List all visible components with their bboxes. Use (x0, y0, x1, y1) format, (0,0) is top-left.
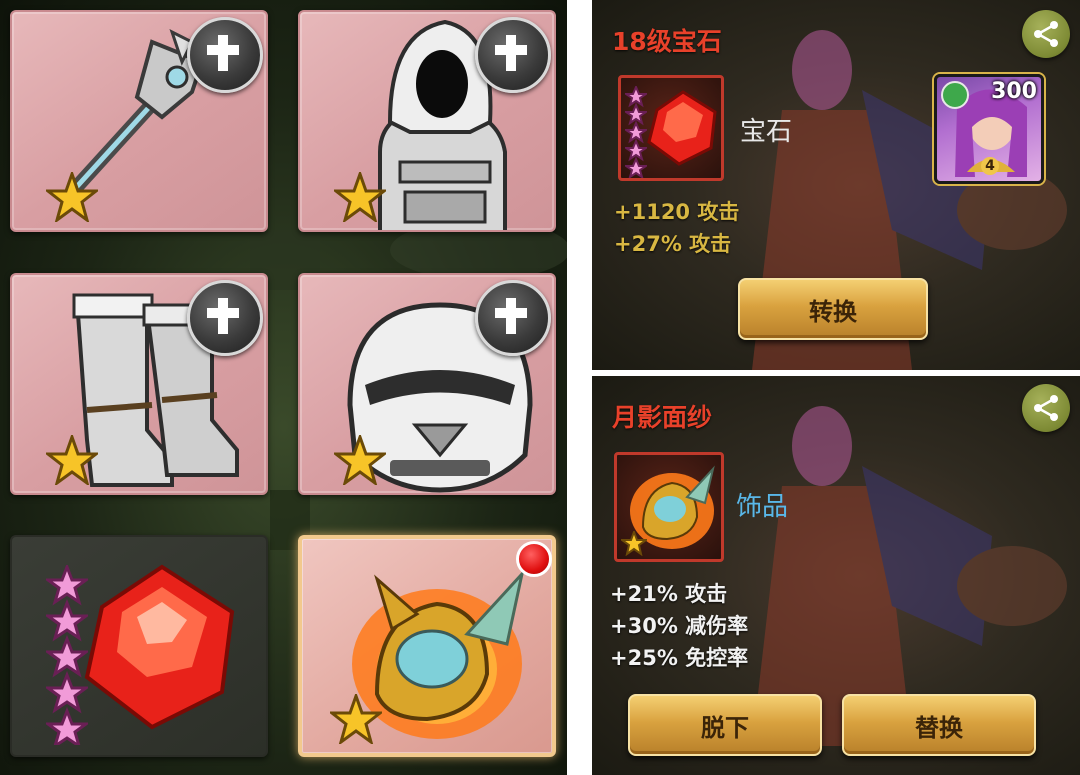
stat-line: +21% 攻击 (610, 582, 728, 606)
share-icon (1034, 21, 1058, 47)
stat-line: +27% 攻击 (614, 232, 732, 256)
plus-icon (495, 298, 527, 334)
notification-dot (516, 541, 552, 577)
share-icon (1034, 395, 1058, 421)
red-gem-icon (84, 564, 235, 730)
item-category: 宝石 (740, 117, 793, 147)
hero-element-icon (941, 81, 969, 109)
hero-avatar-card[interactable]: 300 4 (934, 74, 1044, 184)
equipment-grid-panel (0, 0, 567, 775)
add-equipment-button[interactable] (475, 17, 551, 93)
accessory-info-panel: 月影面纱 饰品 +21% 攻击 +30% 减伤率 +25% 免控率 脱下 替换 (592, 376, 1080, 775)
star-icon (46, 172, 98, 222)
star-icon (46, 435, 98, 485)
item-title: 月影面纱 (612, 403, 713, 432)
item-icon-frame (618, 75, 724, 181)
star-icon (621, 531, 647, 556)
item-icon-frame (614, 452, 724, 562)
equip-slot-armor[interactable] (298, 10, 556, 232)
equip-slot-boots[interactable] (10, 273, 268, 495)
share-button[interactable] (1022, 10, 1070, 58)
add-equipment-button[interactable] (475, 280, 551, 356)
star-rating (46, 565, 88, 745)
hero-level: 4 (981, 157, 999, 175)
share-button[interactable] (1022, 384, 1070, 432)
stat-line: +30% 减伤率 (610, 614, 749, 638)
stat-line: +25% 免控率 (610, 646, 749, 670)
equip-slot-weapon[interactable] (10, 10, 268, 232)
stat-line: +1120 攻击 (614, 200, 740, 224)
star-icon (334, 172, 386, 222)
star-icon (330, 694, 382, 744)
item-title: 18级宝石 (612, 27, 722, 56)
star-rating (625, 86, 647, 178)
convert-button[interactable]: 转换 (738, 278, 928, 340)
gem-info-panel: 18级宝石 宝石 300 4 +1120 攻击 +27% 攻击 转换 (592, 0, 1080, 370)
item-category: 饰品 (736, 492, 789, 522)
add-equipment-button[interactable] (187, 280, 263, 356)
star-icon (334, 435, 386, 485)
plus-icon (207, 298, 239, 334)
replace-button[interactable]: 替换 (842, 694, 1036, 756)
red-gem-icon (647, 90, 717, 166)
equip-slot-helmet[interactable] (298, 273, 556, 495)
plus-icon (207, 35, 239, 71)
equip-slot-accessory[interactable] (298, 535, 556, 757)
add-equipment-button[interactable] (187, 17, 263, 93)
plus-icon (495, 35, 527, 71)
hero-count: 300 (991, 79, 1037, 104)
hero-background-art (752, 406, 1067, 746)
unequip-button[interactable]: 脱下 (628, 694, 822, 756)
equip-slot-gem[interactable] (10, 535, 268, 757)
